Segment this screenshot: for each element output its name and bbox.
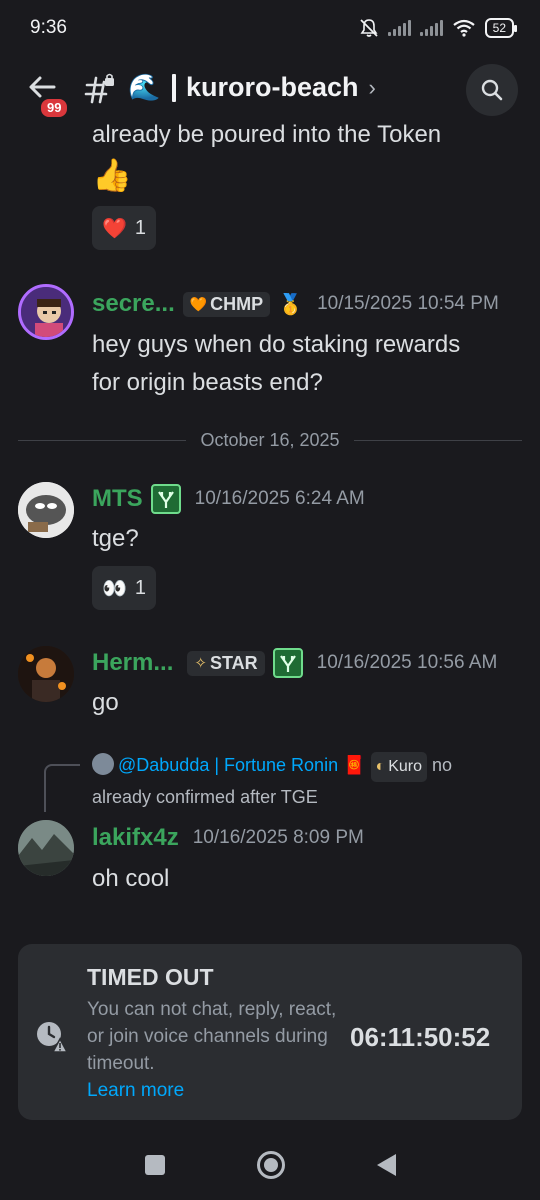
tag-label: STAR <box>209 652 258 673</box>
battery-icon: 52 <box>484 18 518 38</box>
status-bar: 9:36 52 <box>0 0 540 56</box>
timestamp: 10/16/2025 10:56 AM <box>316 652 498 673</box>
reply-connector <box>44 764 80 812</box>
avatar-image <box>18 482 74 538</box>
moon-tag-icon: ◐ <box>375 758 386 775</box>
avatar-image <box>18 820 74 876</box>
heart-tag-icon: 🧡 <box>189 295 208 312</box>
medal-icon: 🥇 <box>278 293 304 316</box>
search-icon <box>481 79 503 101</box>
message-text: tge? <box>92 525 139 552</box>
reaction-heart[interactable]: ❤️ 1 <box>92 206 157 250</box>
role-tag[interactable]: ◐ Kuro <box>370 752 427 782</box>
message-header: Herm... ✧ STAR 10/16/2025 10:56 AM <box>92 648 497 678</box>
status-time: 9:36 <box>30 17 67 38</box>
role-tag[interactable]: ✧ STAR <box>187 650 265 676</box>
message-text: oh cool <box>92 865 170 892</box>
message-header: MTS 10/16/2025 6:24 AM <box>92 484 365 514</box>
role-tag[interactable]: 🧡 CHMP <box>182 291 271 317</box>
timeout-notice: TIMED OUT You can not chat, reply, react… <box>18 944 522 1120</box>
channel-emoji: 🌊 <box>128 72 161 102</box>
message-text: go <box>92 689 119 716</box>
avatar[interactable] <box>18 820 74 876</box>
tag-label: Kuro <box>388 758 422 775</box>
message-text: already be poured into the Token <box>92 124 442 148</box>
reply-text: already confirmed after TGE <box>92 787 318 807</box>
signal-icon <box>387 20 411 36</box>
timestamp: 10/16/2025 8:09 PM <box>192 827 364 848</box>
message-text: for origin beasts end? <box>92 369 323 396</box>
reply-avatar <box>92 753 114 775</box>
username[interactable]: lakifx4z <box>92 824 179 852</box>
reaction-eyes[interactable]: 👀 1 <box>92 566 157 610</box>
username[interactable]: Herm... <box>92 649 173 677</box>
thumbs-up-emoji: 👍 <box>92 157 132 193</box>
channel-title[interactable]: kuroro-beach › <box>172 72 376 103</box>
date-divider: October 16, 2025 <box>18 429 523 450</box>
back-button[interactable] <box>376 1154 396 1176</box>
channel-header: 99 🌊 kuroro-beach › <box>0 58 540 124</box>
timestamp: 10/15/2025 10:54 PM <box>317 293 499 314</box>
avatar-image <box>21 287 71 337</box>
star-tag-icon: ✧ <box>194 655 207 672</box>
username[interactable]: MTS <box>92 485 143 513</box>
avatar[interactable] <box>18 646 74 702</box>
home-button[interactable] <box>256 1151 285 1179</box>
clock-lock-icon <box>37 1022 68 1053</box>
red-envelope-emoji: 🧧 <box>343 755 366 775</box>
avatar[interactable] <box>18 284 74 340</box>
antlers-badge-icon <box>150 484 181 514</box>
timeout-description-text: You can not chat, reply, react, or join … <box>87 999 337 1074</box>
heart-emoji: ❤️ <box>102 217 127 240</box>
avatar[interactable] <box>18 482 74 538</box>
home-icon <box>263 1158 278 1172</box>
hashtag-lock-icon <box>84 73 114 104</box>
recents-button[interactable] <box>144 1155 165 1175</box>
message-header: secre... 🧡 CHMP 🥇 10/15/2025 10:54 PM <box>92 290 499 318</box>
avatar-image <box>18 646 74 702</box>
learn-more-link[interactable]: Learn more <box>87 1080 184 1101</box>
signal-icon <box>419 20 443 36</box>
wifi-icon <box>452 19 475 37</box>
reaction-count: 1 <box>134 576 147 599</box>
divider-bar <box>172 73 176 102</box>
timeout-countdown: 06:11:50:52 <box>350 1022 491 1052</box>
reply-preview[interactable]: @Dabudda | Fortune Ronin 🧧 ◐ Kuro no alre… <box>92 750 522 812</box>
channel-name: kuroro-beach <box>186 72 359 102</box>
reply-text: no <box>432 755 453 775</box>
eyes-emoji: 👀 <box>102 577 127 600</box>
mute-icon <box>360 19 378 37</box>
reaction-count: 1 <box>134 216 147 239</box>
reply-mention[interactable]: @Dabudda | Fortune Ronin <box>118 755 338 775</box>
chevron-right-icon: › <box>368 74 376 100</box>
message-header: lakifx4z 10/16/2025 8:09 PM <box>92 824 364 852</box>
search-button[interactable] <box>466 64 518 116</box>
message-feed[interactable]: already be poured into the Token 👍 ❤️ 1 … <box>0 124 540 939</box>
antlers-badge-icon <box>272 648 303 678</box>
unread-badge: 99 <box>38 96 71 120</box>
timeout-description: You can not chat, reply, react, or join … <box>87 996 337 1104</box>
date-label: October 16, 2025 <box>200 429 340 450</box>
timestamp: 10/16/2025 6:24 AM <box>194 488 365 509</box>
timeout-title: TIMED OUT <box>87 964 214 990</box>
message-text: hey guys when do staking rewards <box>92 331 461 358</box>
system-nav-bar <box>0 1130 540 1200</box>
tag-label: CHMP <box>210 293 264 314</box>
status-icons: 52 <box>359 18 518 38</box>
username[interactable]: secre... <box>92 290 175 318</box>
